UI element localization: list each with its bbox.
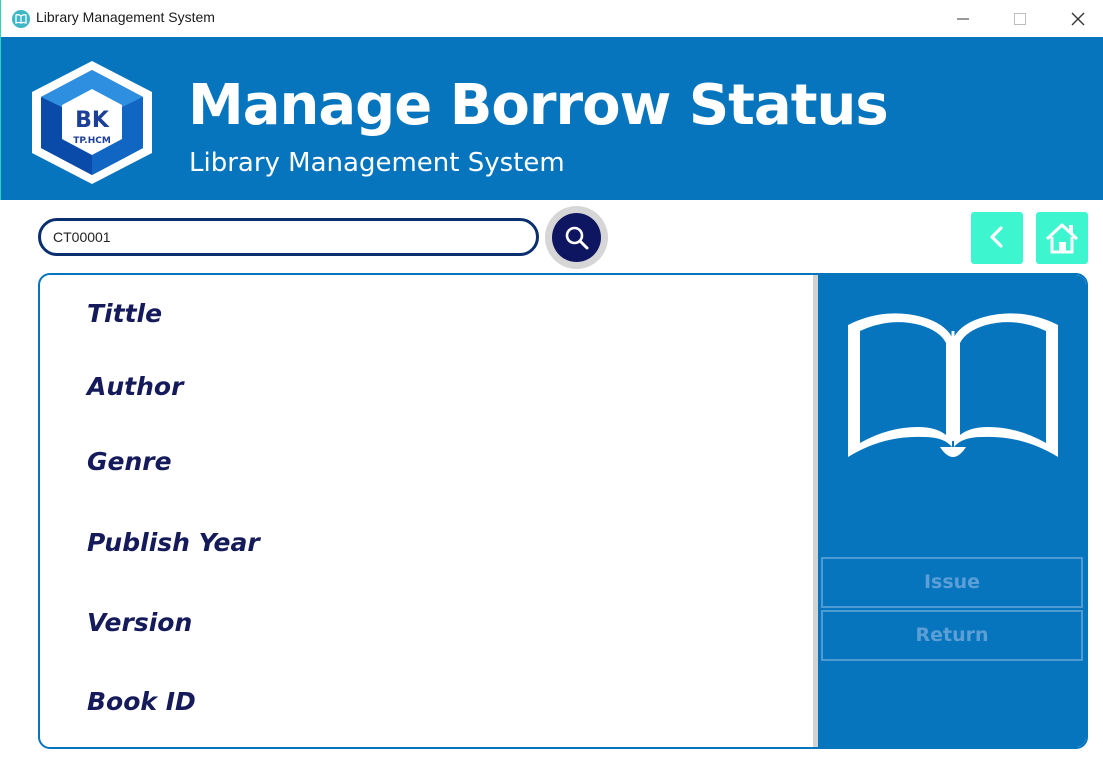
page-subtitle: Library Management System (189, 148, 565, 178)
page-header: BK TP.HCM Manage Borrow Status Library M… (0, 37, 1103, 200)
app-book-icon (12, 10, 30, 28)
title-bar: Library Management System (0, 0, 1103, 37)
field-label-author: Author (87, 372, 184, 401)
field-label-publish-year: Publish Year (87, 528, 260, 557)
bk-logo: BK TP.HCM (29, 59, 155, 189)
search-icon (565, 226, 589, 250)
home-button[interactable] (1036, 212, 1088, 264)
field-label-title: Tittle (87, 299, 163, 328)
search-button[interactable] (545, 206, 608, 269)
search-input[interactable] (38, 218, 539, 256)
open-book-icon (848, 313, 1058, 457)
chevron-left-icon (990, 226, 1003, 248)
minimize-button[interactable] (934, 0, 992, 37)
window-title: Library Management System (36, 9, 215, 25)
field-label-version: Version (87, 608, 193, 637)
svg-text:TP.HCM: TP.HCM (73, 136, 111, 146)
issue-button[interactable]: Issue (821, 557, 1083, 608)
field-label-genre: Genre (87, 447, 172, 476)
maximize-button[interactable] (991, 0, 1049, 37)
home-icon (1045, 223, 1079, 254)
close-button[interactable] (1049, 0, 1103, 37)
svg-text:BK: BK (75, 108, 110, 133)
action-sidebar: Issue Return (818, 275, 1086, 747)
back-button[interactable] (971, 212, 1023, 264)
return-button[interactable]: Return (821, 610, 1083, 661)
field-label-book-id: Book ID (87, 687, 196, 716)
book-details-panel: Tittle Author Genre Publish Year Version… (38, 273, 1088, 749)
page-title: Manage Borrow Status (188, 73, 889, 138)
